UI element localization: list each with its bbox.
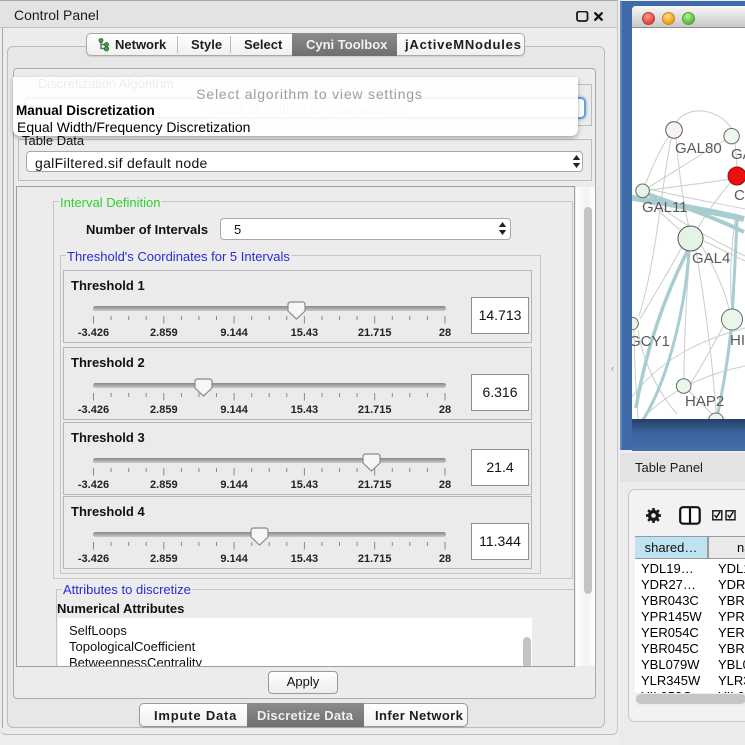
svg-text:GAL4: GAL4 (692, 250, 730, 267)
svg-text:GA: GA (731, 146, 745, 163)
svg-text:C: C (734, 187, 745, 204)
svg-text:HAP2: HAP2 (685, 393, 724, 410)
svg-text:GCY1: GCY1 (632, 333, 670, 350)
svg-text:GAL80: GAL80 (675, 140, 722, 157)
svg-text:HI: HI (730, 332, 745, 349)
svg-text:GAL11: GAL11 (642, 199, 688, 216)
